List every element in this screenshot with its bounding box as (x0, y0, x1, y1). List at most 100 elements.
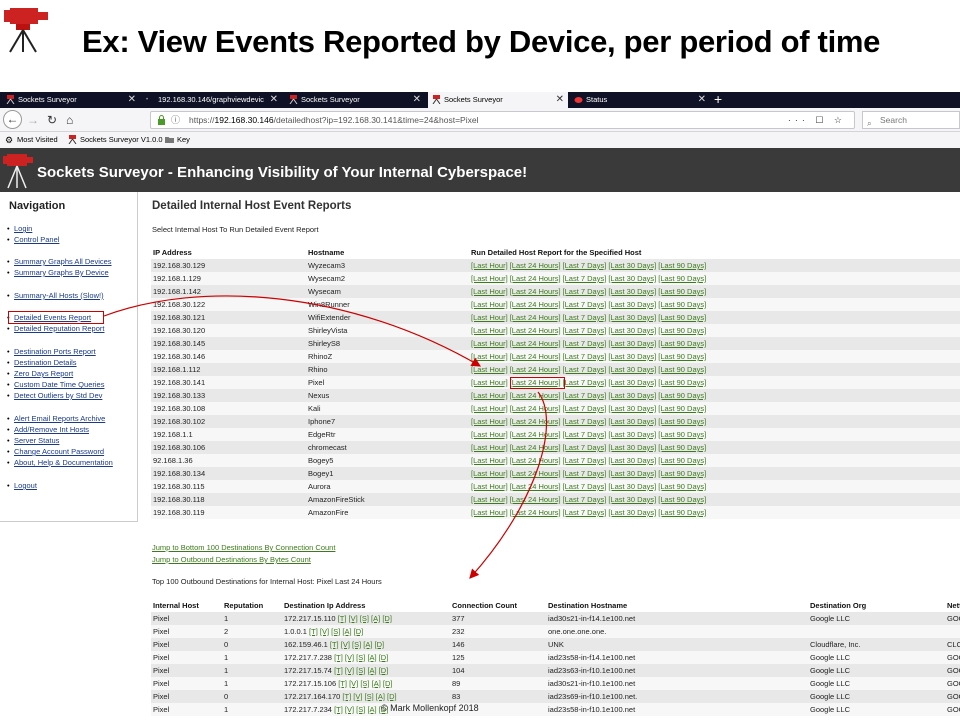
report-link[interactable]: [Last Hour] (471, 443, 508, 452)
dest-lookup-link[interactable]: [S] (356, 705, 365, 714)
browser-tab[interactable]: • 192.168.30.146/graphviewdevic ✕ (142, 92, 282, 108)
report-link[interactable]: [Last 90 Days] (658, 261, 706, 270)
report-link[interactable]: [Last 7 Days] (563, 391, 607, 400)
report-link[interactable]: [Last 30 Days] (608, 391, 656, 400)
report-link[interactable]: [Last 90 Days] (658, 378, 706, 387)
home-icon[interactable]: ⌂ (66, 112, 73, 128)
report-link[interactable]: [Last 30 Days] (608, 508, 656, 517)
report-link[interactable]: [Last 24 Hours] (510, 495, 561, 504)
dest-lookup-link[interactable]: [V] (349, 679, 358, 688)
dest-lookup-link[interactable]: [A] (363, 640, 372, 649)
dest-lookup-link[interactable]: [T] (338, 679, 347, 688)
report-link[interactable]: [Last 30 Days] (608, 313, 656, 322)
report-link[interactable]: [Last 90 Days] (658, 508, 706, 517)
report-link[interactable]: [Last 24 Hours] (510, 391, 561, 400)
dest-lookup-link[interactable]: [D] (387, 692, 397, 701)
nav-about-help[interactable]: About, Help & Documentation (7, 458, 113, 467)
dest-lookup-link[interactable]: [A] (367, 705, 376, 714)
report-link[interactable]: [Last 90 Days] (658, 495, 706, 504)
report-link[interactable]: [Last 90 Days] (658, 313, 706, 322)
browser-tab[interactable]: Sockets Surveyor ✕ (2, 92, 140, 108)
nav-custom-queries[interactable]: Custom Date Time Queries (7, 380, 104, 389)
dest-lookup-link[interactable]: [V] (349, 614, 358, 623)
report-link[interactable]: [Last 90 Days] (658, 430, 706, 439)
dest-lookup-link[interactable]: [A] (376, 692, 385, 701)
nav-logout[interactable]: Logout (7, 481, 37, 490)
dest-lookup-link[interactable]: [S] (365, 692, 374, 701)
nav-zero-days[interactable]: Zero Days Report (7, 369, 73, 378)
dest-lookup-link[interactable]: [T] (334, 666, 343, 675)
report-link[interactable]: [Last 7 Days] (563, 430, 607, 439)
dest-lookup-link[interactable]: [S] (352, 640, 361, 649)
report-link[interactable]: [Last 30 Days] (608, 300, 656, 309)
dest-lookup-link[interactable]: [D] (383, 679, 393, 688)
report-link[interactable]: [Last 24 Hours] (510, 482, 561, 491)
report-link[interactable]: [Last 24 Hours] (510, 365, 561, 374)
report-link[interactable]: [Last 24 Hours] (510, 339, 561, 348)
dest-lookup-link[interactable]: [D] (379, 653, 389, 662)
report-link[interactable]: [Last Hour] (471, 495, 508, 504)
dest-lookup-link[interactable]: [A] (367, 666, 376, 675)
report-link[interactable]: [Last 24 Hours] (510, 300, 561, 309)
report-link[interactable]: [Last 24 Hours] (510, 469, 561, 478)
report-link[interactable]: [Last 7 Days] (563, 417, 607, 426)
dest-lookup-link[interactable]: [V] (320, 627, 329, 636)
dest-lookup-link[interactable]: [D] (354, 627, 364, 636)
report-link[interactable]: [Last 90 Days] (658, 287, 706, 296)
report-link[interactable]: [Last Hour] (471, 261, 508, 270)
report-link[interactable]: [Last 30 Days] (608, 365, 656, 374)
report-link[interactable]: [Last 30 Days] (608, 404, 656, 413)
report-link[interactable]: [Last Hour] (471, 469, 508, 478)
report-link[interactable]: [Last Hour] (471, 456, 508, 465)
bookmark-key[interactable]: Key (165, 132, 190, 148)
report-link[interactable]: [Last 30 Days] (608, 417, 656, 426)
report-link[interactable]: [Last Hour] (471, 482, 508, 491)
dest-lookup-link[interactable]: [V] (353, 692, 362, 701)
report-link[interactable]: [Last 24 Hours] (510, 430, 561, 439)
report-link[interactable]: [Last Hour] (471, 417, 508, 426)
report-link[interactable]: [Last 7 Days] (563, 456, 607, 465)
reload-icon[interactable]: ↻ (47, 112, 57, 128)
report-link[interactable]: [Last 90 Days] (658, 417, 706, 426)
report-link[interactable]: [Last 7 Days] (563, 352, 607, 361)
report-link[interactable]: [Last 90 Days] (658, 391, 706, 400)
report-link[interactable]: [Last 30 Days] (608, 482, 656, 491)
report-link[interactable]: [Last 30 Days] (608, 287, 656, 296)
bookmark-most-visited[interactable]: ⚙ Most Visited (5, 132, 58, 148)
jump-bytes-link[interactable]: Jump to Outbound Destinations By Bytes C… (152, 555, 335, 567)
jump-bottom-100-link[interactable]: Jump to Bottom 100 Destinations By Conne… (152, 543, 335, 555)
nav-login[interactable]: Login (7, 224, 32, 233)
report-link[interactable]: [Last 30 Days] (608, 378, 656, 387)
report-link[interactable]: [Last 90 Days] (658, 482, 706, 491)
report-link[interactable]: [Last 7 Days] (563, 482, 607, 491)
report-link[interactable]: [Last 7 Days] (563, 365, 607, 374)
report-link[interactable]: [Last 7 Days] (563, 339, 607, 348)
report-link[interactable]: [Last 90 Days] (658, 326, 706, 335)
dest-lookup-link[interactable]: [A] (372, 679, 381, 688)
dest-lookup-link[interactable]: [S] (331, 627, 340, 636)
report-link[interactable]: [Last 24 Hours] (510, 352, 561, 361)
report-link[interactable]: [Last Hour] (471, 508, 508, 517)
url-input[interactable]: ⓘ https://192.168.30.146/detailedhost?ip… (150, 111, 855, 129)
report-link[interactable]: [Last Hour] (471, 404, 508, 413)
report-link[interactable]: [Last 7 Days] (563, 508, 607, 517)
dest-lookup-link[interactable]: [V] (345, 705, 354, 714)
report-link[interactable]: [Last 7 Days] (563, 261, 607, 270)
dest-lookup-link[interactable]: [T] (338, 614, 347, 623)
report-link[interactable]: [Last 30 Days] (608, 326, 656, 335)
dest-lookup-link[interactable]: [A] (367, 653, 376, 662)
bookmark-sockets-surveyor[interactable]: Sockets Surveyor V1.0.0 (68, 132, 163, 148)
nav-control-panel[interactable]: Control Panel (7, 235, 60, 244)
close-tab-icon[interactable]: ✕ (698, 92, 706, 108)
report-link[interactable]: [Last 90 Days] (658, 469, 706, 478)
report-link[interactable]: [Last 24 Hours] (510, 456, 561, 465)
close-tab-icon[interactable]: ✕ (556, 92, 564, 108)
report-link[interactable]: [Last 24 Hours] (510, 261, 561, 270)
dest-lookup-link[interactable]: [D] (379, 666, 389, 675)
report-link[interactable]: [Last 7 Days] (563, 300, 607, 309)
dest-lookup-link[interactable]: [T] (330, 640, 339, 649)
report-link[interactable]: [Last 24 Hours] (510, 287, 561, 296)
nav-detect-outliers[interactable]: Detect Outliers by Std Dev (7, 391, 102, 400)
report-link[interactable]: [Last 90 Days] (658, 404, 706, 413)
browser-tab-active[interactable]: Sockets Surveyor ✕ (428, 92, 568, 108)
